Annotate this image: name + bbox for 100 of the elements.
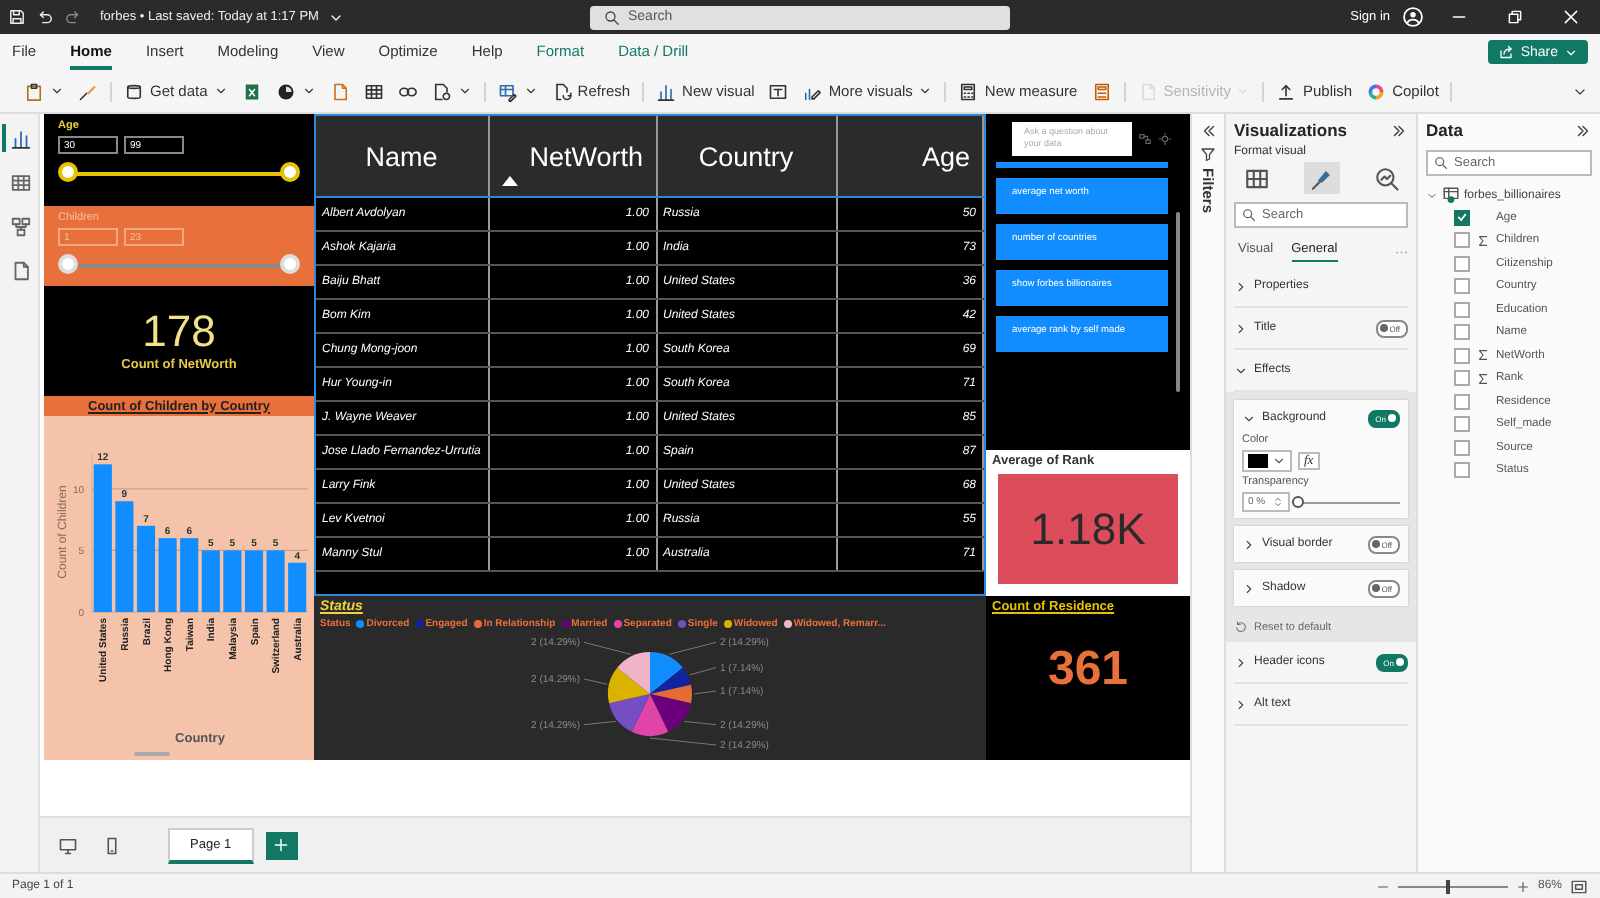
checkbox[interactable] bbox=[1454, 324, 1470, 341]
checkbox[interactable] bbox=[1454, 209, 1470, 226]
chevron-right-icon[interactable] bbox=[1234, 321, 1248, 335]
caret-icon bbox=[457, 84, 472, 98]
grid-icon bbox=[1243, 165, 1269, 191]
caret-icon bbox=[918, 84, 933, 98]
leader-line bbox=[583, 720, 617, 726]
chevron-right-icon[interactable] bbox=[1242, 537, 1256, 551]
pane-title: Visualizations bbox=[1234, 120, 1348, 140]
slider-thumb[interactable] bbox=[1291, 495, 1304, 507]
color-picker[interactable] bbox=[1242, 450, 1292, 472]
checkbox[interactable] bbox=[1454, 416, 1470, 433]
table-pencil-icon bbox=[497, 81, 518, 101]
nodes-icon[interactable] bbox=[1138, 131, 1152, 146]
desktop-icon bbox=[58, 835, 78, 855]
user-icon[interactable] bbox=[1402, 6, 1424, 28]
scrollbar[interactable] bbox=[134, 752, 170, 756]
column-header[interactable]: Age bbox=[836, 116, 983, 197]
leader-line bbox=[583, 678, 608, 685]
diagram-icon bbox=[10, 215, 32, 237]
toolbar-icon-button[interactable] bbox=[363, 81, 384, 101]
leader-line bbox=[649, 737, 717, 746]
bar bbox=[136, 525, 156, 612]
checkbox[interactable] bbox=[1454, 370, 1470, 387]
gear-icon[interactable] bbox=[1158, 131, 1172, 146]
scrollbar[interactable] bbox=[1175, 211, 1180, 392]
column-header[interactable]: Country bbox=[656, 116, 836, 197]
search-icon bbox=[1242, 208, 1256, 222]
spinner-icon bbox=[1271, 496, 1284, 508]
undo-button[interactable] bbox=[36, 8, 54, 26]
chevron-right-icon[interactable] bbox=[1234, 279, 1248, 293]
caret-icon bbox=[50, 84, 64, 98]
magnifier-chart-icon bbox=[1373, 165, 1399, 191]
toolbar-icon-button[interactable] bbox=[24, 81, 64, 101]
caret-icon bbox=[523, 84, 538, 98]
zoom-thumb[interactable] bbox=[1445, 879, 1450, 893]
chevron-right-icon[interactable] bbox=[1234, 697, 1248, 711]
bar bbox=[115, 501, 134, 612]
column-header[interactable]: Name bbox=[316, 116, 488, 197]
caret-icon bbox=[213, 84, 228, 98]
sigma-icon bbox=[1476, 233, 1490, 248]
checkbox[interactable] bbox=[1454, 255, 1470, 272]
reset-icon bbox=[1234, 620, 1248, 634]
save-icon bbox=[8, 8, 26, 26]
badged-table-icon bbox=[1442, 186, 1460, 204]
text-box-icon bbox=[768, 81, 789, 101]
chevron-right-icon[interactable] bbox=[1234, 363, 1248, 377]
caret-icon bbox=[1236, 84, 1251, 98]
bar bbox=[223, 550, 242, 612]
filter-icon bbox=[1200, 146, 1216, 162]
caret-icon bbox=[1272, 454, 1286, 468]
double-right-icon[interactable] bbox=[1390, 121, 1408, 139]
plus-icon bbox=[272, 836, 291, 854]
toolbar-icon-button[interactable] bbox=[768, 81, 789, 101]
card-value: 1.18K bbox=[1030, 503, 1146, 555]
slider-handle[interactable] bbox=[58, 162, 78, 182]
double-right-icon[interactable] bbox=[1574, 121, 1592, 139]
card-value: 361 bbox=[1045, 642, 1131, 698]
clipboard-icon bbox=[24, 81, 44, 101]
slider-handle[interactable] bbox=[58, 254, 78, 274]
save-button[interactable] bbox=[8, 8, 26, 26]
spreadsheet-icon bbox=[241, 81, 262, 101]
chevron-right-icon[interactable] bbox=[1242, 411, 1256, 425]
bar bbox=[266, 550, 285, 612]
checkbox[interactable] bbox=[1454, 347, 1470, 364]
bar bbox=[244, 550, 264, 612]
plus-icon[interactable] bbox=[1515, 879, 1530, 893]
checkbox[interactable] bbox=[1454, 393, 1470, 410]
chevron-right-icon[interactable] bbox=[1234, 655, 1248, 669]
frame-icon[interactable] bbox=[1570, 877, 1588, 895]
bar bbox=[288, 562, 307, 612]
leader-line bbox=[583, 641, 632, 655]
slider-handle[interactable] bbox=[280, 162, 300, 182]
redo-button[interactable] bbox=[64, 8, 82, 26]
refresh-icon bbox=[551, 81, 572, 101]
toolbar-icon-button[interactable] bbox=[431, 81, 472, 101]
document-icon bbox=[1137, 81, 1158, 101]
leader-line bbox=[693, 690, 717, 695]
share-icon bbox=[1498, 44, 1515, 60]
format-mode-button[interactable] bbox=[1303, 162, 1339, 194]
add-page-button[interactable] bbox=[265, 831, 298, 859]
column-header[interactable]: NetWorth bbox=[488, 116, 656, 197]
checkbox[interactable] bbox=[1454, 301, 1470, 318]
checkbox[interactable] bbox=[1454, 462, 1470, 479]
checkbox[interactable] bbox=[1454, 232, 1470, 249]
slider-handle[interactable] bbox=[280, 254, 300, 274]
double-left-icon[interactable] bbox=[1199, 122, 1217, 140]
checkbox[interactable] bbox=[1454, 278, 1470, 295]
caret-icon bbox=[1564, 45, 1578, 59]
pane-title: Data bbox=[1426, 120, 1463, 140]
brush-icon bbox=[78, 81, 98, 101]
chevron-right-icon[interactable] bbox=[1242, 581, 1256, 595]
toolbar-icon-button[interactable] bbox=[497, 81, 538, 101]
database-icon bbox=[124, 81, 144, 101]
leader-line bbox=[668, 641, 717, 655]
toolbar-icon-button[interactable] bbox=[275, 81, 316, 101]
toolbar-icon-button[interactable] bbox=[397, 81, 418, 101]
redo-icon bbox=[64, 8, 82, 26]
caret-icon bbox=[301, 84, 316, 98]
checkbox[interactable] bbox=[1454, 439, 1470, 456]
